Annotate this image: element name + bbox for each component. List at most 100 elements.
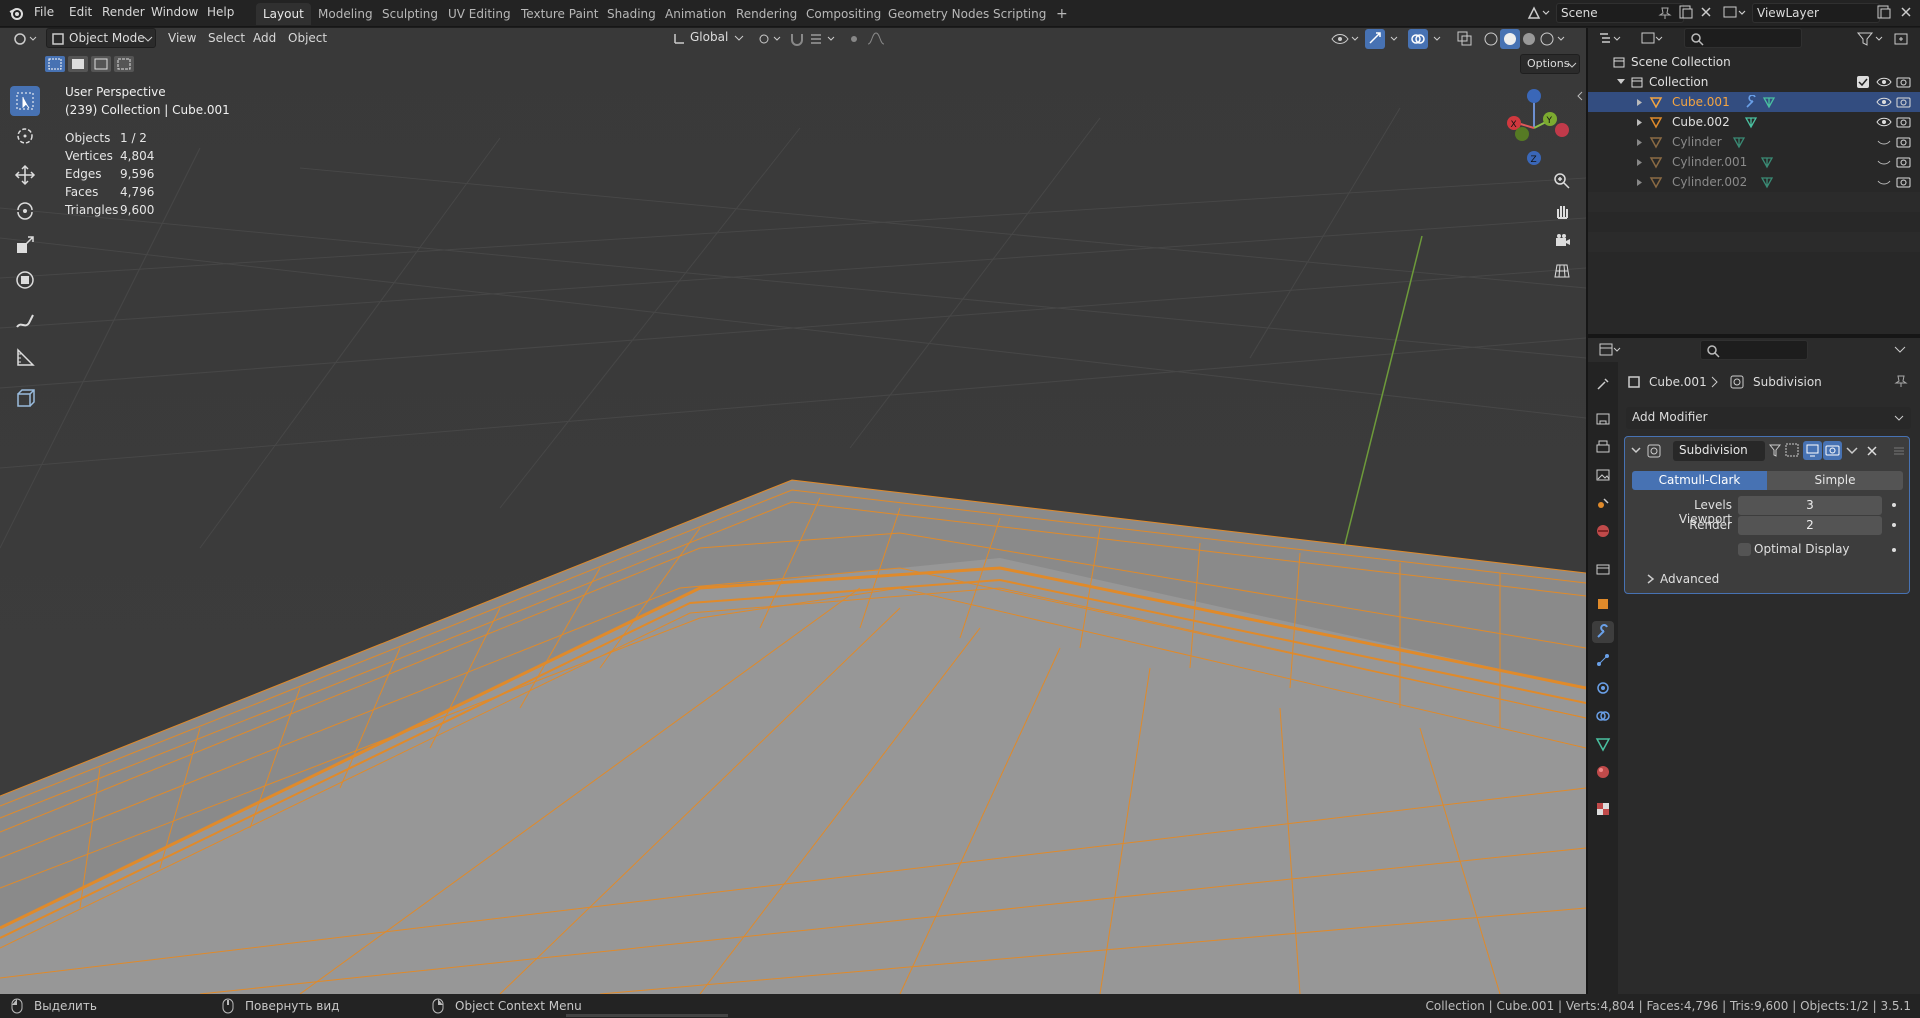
tab-particles[interactable] — [1592, 649, 1614, 671]
outliner-item-cube-002[interactable]: Cube.002 — [1588, 112, 1920, 132]
camera-render-icon[interactable] — [1896, 75, 1912, 89]
eye-icon[interactable] — [1876, 75, 1892, 89]
view-layer-icon[interactable] — [1722, 4, 1750, 22]
selection-mode-buttons[interactable] — [44, 54, 140, 74]
mesh-data-icon[interactable] — [1732, 135, 1746, 149]
new-scene-icon[interactable] — [1678, 4, 1694, 20]
outliner-scene-collection[interactable]: Scene Collection — [1588, 52, 1920, 72]
menu-object[interactable]: Object — [288, 28, 327, 48]
outliner-item-cylinder-002[interactable]: Cylinder.002 — [1588, 172, 1920, 192]
optimal-display-checkbox[interactable] — [1738, 543, 1751, 556]
mesh-data-icon[interactable] — [1760, 175, 1774, 189]
options-dropdown[interactable]: Options — [1520, 54, 1580, 74]
menu-file[interactable]: File — [34, 5, 54, 19]
tab-texture-paint[interactable]: Texture Paint — [514, 3, 605, 25]
keyframe-dot-icon[interactable] — [1891, 522, 1897, 528]
visibility-toggle-icon[interactable] — [1330, 30, 1360, 48]
orientation-select[interactable]: Global — [668, 28, 748, 48]
shading-modes[interactable] — [1482, 28, 1568, 50]
delete-scene-icon[interactable] — [1698, 4, 1714, 20]
tab-physics[interactable] — [1592, 677, 1614, 699]
menu-select[interactable]: Select — [208, 28, 245, 48]
tab-geometry-nodes[interactable]: Geometry Nodes — [881, 3, 996, 25]
chevron-left-icon[interactable] — [1576, 90, 1584, 102]
menu-help[interactable]: Help — [207, 5, 234, 19]
tab-material[interactable] — [1592, 761, 1614, 783]
eye-closed-icon[interactable] — [1876, 135, 1892, 149]
select-box-tool[interactable] — [10, 86, 40, 116]
tab-render[interactable] — [1592, 408, 1614, 430]
move-tool[interactable] — [10, 160, 40, 190]
measure-tool[interactable] — [10, 342, 40, 372]
mesh-data-icon[interactable] — [1744, 115, 1758, 129]
menu-render[interactable]: Render — [102, 5, 145, 19]
camera-render-icon[interactable] — [1896, 155, 1912, 169]
expand-arrow-icon[interactable] — [1616, 77, 1626, 87]
menu-add[interactable]: Add — [253, 28, 276, 48]
eye-closed-icon[interactable] — [1876, 155, 1892, 169]
add-modifier-button[interactable]: Add Modifier — [1626, 407, 1911, 429]
expand-arrow-icon[interactable] — [1636, 158, 1644, 167]
tab-sculpting[interactable]: Sculpting — [375, 3, 445, 25]
display-mode-icon[interactable] — [1640, 30, 1666, 48]
new-view-layer-icon[interactable] — [1876, 4, 1892, 20]
pivot-icon[interactable] — [756, 30, 784, 48]
tab-layout[interactable]: Layout — [256, 3, 311, 25]
expand-arrow-icon[interactable] — [1636, 98, 1644, 107]
transform-tool[interactable] — [10, 265, 40, 295]
tab-data[interactable] — [1592, 733, 1614, 755]
expand-arrow-icon[interactable] — [1636, 178, 1644, 187]
proportional-edit-icon[interactable] — [846, 30, 862, 48]
outliner-item-cylinder[interactable]: Cylinder — [1588, 132, 1920, 152]
mode-select[interactable]: Object Mode — [46, 28, 156, 48]
camera-render-icon[interactable] — [1896, 95, 1912, 109]
zoom-button[interactable] — [1548, 167, 1576, 195]
advanced-subpanel-label[interactable]: Advanced — [1660, 572, 1719, 586]
tab-modifiers[interactable] — [1592, 621, 1614, 643]
tab-constraints[interactable] — [1592, 705, 1614, 727]
tab-uv-editing[interactable]: UV Editing — [441, 3, 518, 25]
outliner-editor-icon[interactable] — [1598, 30, 1624, 48]
tab-scene[interactable] — [1592, 492, 1614, 514]
blender-logo-icon[interactable] — [8, 5, 24, 21]
menu-window[interactable]: Window — [151, 5, 198, 19]
collapse-arrow-icon[interactable] — [1630, 444, 1642, 456]
mesh-data-icon[interactable] — [1760, 155, 1774, 169]
pin-icon[interactable] — [1894, 374, 1908, 388]
filter-icon[interactable] — [1856, 30, 1886, 48]
checkbox-icon[interactable] — [1856, 75, 1870, 89]
chevron-right-icon[interactable] — [1646, 574, 1656, 584]
tab-scripting[interactable]: Scripting — [986, 3, 1053, 25]
eye-icon[interactable] — [1876, 95, 1892, 109]
delete-view-layer-icon[interactable] — [1898, 4, 1914, 20]
tab-output[interactable] — [1592, 436, 1614, 458]
mesh-data-icon[interactable] — [1762, 95, 1776, 109]
xray-icon[interactable] — [1456, 30, 1474, 48]
new-collection-icon[interactable] — [1893, 30, 1911, 48]
eye-icon[interactable] — [1876, 115, 1892, 129]
tab-world[interactable] — [1592, 520, 1614, 542]
properties-search-input[interactable] — [1700, 340, 1808, 360]
eye-closed-icon[interactable] — [1876, 175, 1892, 189]
simple-button[interactable]: Simple — [1767, 471, 1903, 490]
add-workspace-button[interactable]: + — [1049, 3, 1075, 25]
catmull-clark-button[interactable]: Catmull-Clark — [1632, 471, 1767, 490]
drag-handle-icon[interactable] — [1892, 444, 1906, 458]
expand-arrow-icon[interactable] — [1636, 118, 1644, 127]
tab-view-layer[interactable] — [1592, 464, 1614, 486]
expand-arrow-icon[interactable] — [1636, 138, 1644, 147]
rotate-tool[interactable] — [10, 195, 40, 225]
scene-icon[interactable] — [1526, 4, 1554, 22]
outliner-search-input[interactable] — [1684, 28, 1802, 48]
3d-viewport[interactable] — [0, 28, 1586, 994]
snap-target-icon[interactable] — [808, 30, 838, 48]
add-cube-tool[interactable] — [10, 383, 40, 413]
keyframe-dot-icon[interactable] — [1891, 547, 1897, 553]
view-layer-field[interactable]: ViewLayer — [1752, 3, 1880, 23]
menu-view[interactable]: View — [168, 28, 196, 48]
close-icon[interactable] — [1865, 444, 1879, 458]
tab-collection[interactable] — [1592, 558, 1614, 580]
tab-shading[interactable]: Shading — [600, 3, 663, 25]
pan-button[interactable] — [1548, 197, 1576, 225]
wrench-modifier-icon[interactable] — [1744, 95, 1758, 109]
